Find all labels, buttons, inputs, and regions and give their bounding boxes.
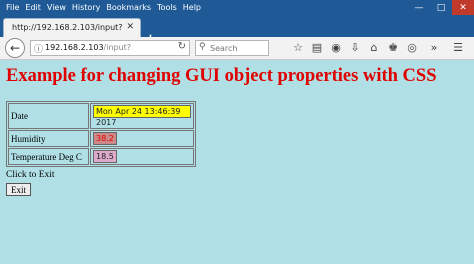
menu-bookmarks[interactable]: Bookmarks — [106, 3, 151, 12]
tab-strip: http://192.168.2.103/input? ✕ + — [0, 15, 474, 47]
sync-icon[interactable]: ◎ — [404, 40, 420, 56]
table-row: Temperature Deg C 18.5 — [8, 148, 194, 165]
menu-view[interactable]: View — [47, 3, 66, 12]
date-cell: Mon Apr 24 13:46:39 2017 — [90, 103, 194, 129]
window-controls: — □ ✕ — [408, 0, 474, 15]
page-heading: Example for changing GUI object properti… — [6, 66, 437, 86]
minimize-icon[interactable]: — — [408, 0, 430, 15]
exit-label: Click to Exit — [6, 170, 55, 180]
date-value: Mon Apr 24 13:46:39 2017 — [93, 105, 191, 127]
tab-close-icon[interactable]: ✕ — [126, 22, 134, 32]
menu-edit[interactable]: Edit — [25, 3, 41, 12]
url-path: /input? — [103, 43, 132, 52]
search-input[interactable] — [210, 42, 266, 54]
pocket-icon[interactable]: ◉ — [328, 40, 344, 56]
temperature-cell: 18.5 — [90, 148, 194, 165]
tab-current[interactable]: http://192.168.2.103/input? ✕ — [3, 18, 141, 37]
home-icon[interactable]: ⌂ — [366, 40, 382, 56]
exit-button[interactable]: Exit — [6, 183, 31, 196]
downloads-icon[interactable]: ⇩ — [347, 40, 363, 56]
address-bar[interactable]: ⓘ 192.168.2.103/input? ↻ — [30, 40, 190, 56]
nav-bar: ← ⓘ 192.168.2.103/input? ↻ ⚲ ☆ ▤ ◉ ⇩ ⌂ ♚… — [0, 37, 474, 60]
overflow-chevron-icon[interactable]: » — [426, 40, 442, 56]
info-icon[interactable]: ⓘ — [34, 42, 43, 55]
table-row: Humidity 38.2 — [8, 130, 194, 147]
maximize-icon[interactable]: □ — [430, 0, 452, 15]
menu-hamburger-icon[interactable]: ☰ — [450, 40, 466, 56]
table-row: Date Mon Apr 24 13:46:39 2017 — [8, 103, 194, 129]
close-window-icon[interactable]: ✕ — [452, 0, 474, 15]
library-icon[interactable]: ♚ — [385, 40, 401, 56]
menu-history[interactable]: History — [72, 3, 100, 12]
sensor-table: Date Mon Apr 24 13:46:39 2017 Humidity 3… — [6, 101, 196, 167]
bookmark-star-icon[interactable]: ☆ — [290, 40, 306, 56]
menu-help[interactable]: Help — [183, 3, 201, 12]
temperature-value: 18.5 — [93, 150, 117, 163]
date-label: Date — [8, 103, 89, 129]
url-host: 192.168.2.103 — [45, 43, 104, 52]
humidity-cell: 38.2 — [90, 130, 194, 147]
humidity-value: 38.2 — [93, 132, 117, 145]
menu-tools[interactable]: Tools — [157, 3, 177, 12]
reader-list-icon[interactable]: ▤ — [309, 40, 325, 56]
temperature-label: Temperature Deg C — [8, 148, 89, 165]
url-text: 192.168.2.103/input? — [45, 43, 131, 52]
menu-file[interactable]: File — [6, 3, 19, 12]
menu-bar: File Edit View History Bookmarks Tools H… — [0, 0, 474, 15]
page-content: Example for changing GUI object properti… — [0, 60, 474, 264]
back-arrow-icon[interactable]: ← — [5, 38, 25, 58]
tab-title: http://192.168.2.103/input? — [12, 23, 123, 32]
humidity-label: Humidity — [8, 130, 89, 147]
search-icon: ⚲ — [199, 42, 206, 52]
reload-icon[interactable]: ↻ — [178, 41, 186, 52]
search-box[interactable]: ⚲ — [195, 40, 269, 56]
